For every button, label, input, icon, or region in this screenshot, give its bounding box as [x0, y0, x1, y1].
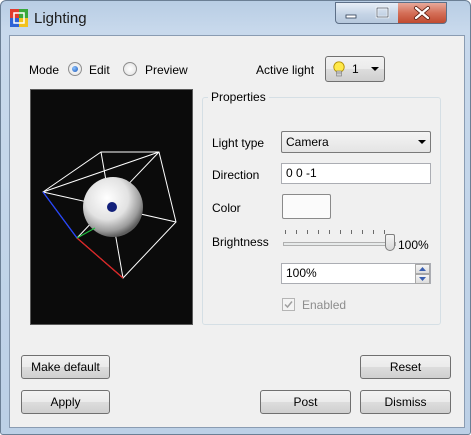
active-light-value: 1: [352, 62, 359, 76]
active-light-dropdown[interactable]: 1: [325, 56, 385, 82]
brightness-spinbox-value: 100%: [286, 266, 317, 280]
dismiss-button[interactable]: Dismiss: [360, 390, 451, 414]
active-light-label: Active light: [256, 63, 315, 77]
spin-up-button[interactable]: [415, 264, 430, 274]
make-default-button[interactable]: Make default: [21, 355, 110, 379]
chevron-up-icon: [419, 267, 426, 271]
brightness-value-label: 100%: [398, 238, 429, 252]
slider-tick: [351, 230, 352, 234]
chevron-down-icon: [418, 140, 426, 144]
checkmark-icon: [284, 301, 293, 309]
enabled-label: Enabled: [302, 298, 347, 312]
brightness-label: Brightness: [212, 235, 269, 249]
maximize-button[interactable]: [367, 2, 399, 24]
maximize-icon: [375, 6, 390, 19]
apply-button[interactable]: Apply: [21, 390, 110, 414]
chevron-down-icon: [419, 277, 426, 281]
post-button[interactable]: Post: [260, 390, 351, 414]
properties-group-title: Properties: [208, 90, 269, 104]
color-label: Color: [212, 201, 241, 215]
title-bar[interactable]: Lighting: [1, 1, 470, 35]
mode-preview-radio[interactable]: [123, 62, 137, 76]
slider-tick: [307, 230, 308, 234]
slider-tick: [318, 230, 319, 234]
minimize-button[interactable]: [335, 2, 368, 24]
lightbulb-icon: [333, 61, 345, 77]
brightness-slider-track[interactable]: [283, 242, 396, 246]
enabled-checkbox[interactable]: [282, 298, 295, 311]
slider-tick: [362, 230, 363, 234]
slider-tick: [329, 230, 330, 234]
direction-label: Direction: [212, 168, 260, 182]
window-title: Lighting: [34, 10, 87, 27]
slider-tick: [340, 230, 341, 234]
light-type-label: Light type: [212, 136, 265, 150]
app-color-grid-icon: [10, 9, 28, 27]
light-type-value: Camera: [286, 135, 329, 149]
reset-button[interactable]: Reset: [360, 355, 451, 379]
light-preview-render: [42, 151, 177, 279]
slider-tick: [296, 230, 297, 234]
light-type-select[interactable]: Camera: [281, 131, 431, 153]
close-icon: [414, 6, 430, 20]
slider-tick: [285, 230, 286, 234]
light-preview-viewport[interactable]: [30, 89, 193, 325]
color-picker-button[interactable]: [282, 194, 331, 219]
slider-tick: [373, 230, 374, 234]
mode-preview-label[interactable]: Preview: [145, 63, 188, 77]
direction-input[interactable]: 0 0 -1: [281, 163, 431, 184]
mode-edit-radio[interactable]: [68, 62, 82, 76]
mode-edit-label[interactable]: Edit: [89, 63, 110, 77]
close-button[interactable]: [398, 2, 447, 24]
minimize-icon: [345, 14, 357, 19]
chevron-down-icon: [371, 67, 379, 71]
mode-label: Mode: [29, 63, 60, 77]
spin-down-button[interactable]: [415, 274, 430, 284]
brightness-slider-thumb[interactable]: [385, 234, 395, 251]
brightness-spinbox[interactable]: 100%: [281, 263, 431, 284]
